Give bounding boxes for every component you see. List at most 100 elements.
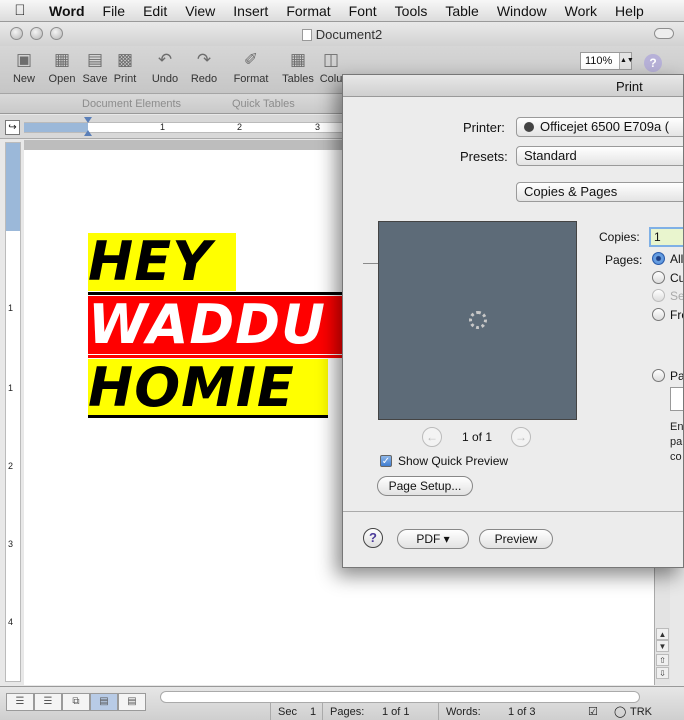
pages-all-label: All: [670, 252, 684, 266]
draft-view-icon[interactable]: ☰: [6, 693, 34, 711]
next-page-button[interactable]: →: [511, 427, 531, 447]
ruler-left-margin: [24, 123, 88, 132]
pages-from-radio[interactable]: [652, 308, 665, 321]
toolbar-toggle-button[interactable]: [654, 28, 674, 39]
print-layout-view-icon[interactable]: ▤: [90, 693, 118, 711]
columns-icon: ◫: [322, 50, 340, 69]
tables-button[interactable]: ▦ Tables: [280, 50, 316, 85]
ribbon-tab-document-elements[interactable]: Document Elements: [82, 98, 181, 110]
menu-file[interactable]: File: [94, 3, 135, 19]
undo-icon: ↶: [157, 50, 173, 69]
pages-label: Pages:: [605, 253, 643, 267]
presets-value: Standard: [524, 148, 577, 163]
printer-status-icon: [524, 122, 534, 132]
pages-value: 1 of 1: [382, 706, 410, 718]
redo-button[interactable]: ↷ Redo: [186, 50, 222, 85]
undo-button[interactable]: ↶ Undo: [146, 50, 184, 85]
wordart-line-hey[interactable]: HEY: [88, 233, 236, 291]
wordart-underline: [88, 415, 328, 418]
print-section-select[interactable]: Copies & Pages: [516, 182, 683, 202]
track-changes-icon[interactable]: ◯: [614, 705, 626, 719]
undo-label: Undo: [151, 73, 179, 85]
print-dialog-title-bar: Print: [343, 75, 683, 97]
menu-view[interactable]: View: [176, 3, 224, 19]
section-value: 1: [310, 706, 317, 718]
document-icon: [301, 29, 312, 41]
loading-spinner-icon: [469, 311, 487, 329]
printer-select[interactable]: Officejet 6500 E709a (: [516, 117, 683, 137]
print-label: Print: [113, 73, 137, 85]
print-help-button[interactable]: ?: [363, 528, 383, 548]
save-icon: ▤: [86, 50, 104, 69]
indent-marker[interactable]: [84, 117, 92, 137]
menu-format[interactable]: Format: [277, 3, 339, 19]
format-painter-button[interactable]: ✐ Format: [230, 50, 272, 85]
redo-label: Redo: [190, 73, 218, 85]
next-page-icon[interactable]: ⇩: [656, 667, 669, 679]
outline-view-icon[interactable]: ☰: [34, 693, 62, 711]
menu-app-word[interactable]: Word: [40, 3, 94, 19]
pages-all-radio[interactable]: [652, 252, 665, 265]
zoom-select[interactable]: 110% ▲▼: [580, 52, 634, 70]
help-icon[interactable]: ?: [644, 54, 662, 72]
save-label: Save: [82, 73, 108, 85]
print-button[interactable]: ▩ Print: [110, 50, 140, 85]
menu-work[interactable]: Work: [556, 3, 606, 19]
page-range-input[interactable]: [670, 387, 683, 411]
apple-menu-icon[interactable]: : [0, 2, 40, 19]
menu-font[interactable]: Font: [340, 3, 386, 19]
show-quick-preview-label: Show Quick Preview: [398, 454, 509, 468]
columns-button[interactable]: ◫ Colu: [318, 50, 344, 85]
vruler-mark: 3: [8, 539, 14, 549]
zoom-arrows-icon: ▲▼: [619, 53, 634, 69]
pdf-menu-button[interactable]: PDF ▾: [397, 529, 469, 549]
print-dialog: Print Printer: Officejet 6500 E709a ( Pr…: [342, 74, 684, 568]
pages-selection-radio[interactable]: [652, 289, 665, 302]
spelling-check-icon[interactable]: ☑: [588, 705, 598, 719]
presets-select[interactable]: Standard: [516, 146, 683, 166]
open-button[interactable]: ▦ Open: [44, 50, 80, 85]
publishing-view-icon[interactable]: ⧉: [62, 693, 90, 711]
dialog-footer-divider: [343, 511, 683, 512]
wordart-line-waddu[interactable]: WADDU: [88, 296, 346, 354]
preview-button[interactable]: Preview: [479, 529, 553, 549]
menu-edit[interactable]: Edit: [134, 3, 176, 19]
vruler-mark: 1: [8, 383, 14, 393]
scroll-down-icon[interactable]: ▼: [656, 640, 669, 652]
copies-label: Copies:: [599, 230, 640, 244]
pages-current-radio[interactable]: [652, 271, 665, 284]
printer-label: Printer:: [463, 120, 505, 135]
previous-page-icon[interactable]: ⇧: [656, 654, 669, 666]
format-label: Format: [233, 73, 269, 85]
view-buttons: ☰ ☰ ⧉ ▤ ▤: [6, 693, 146, 711]
new-button[interactable]: ▣ New: [6, 50, 42, 85]
track-changes-label[interactable]: TRK: [630, 705, 652, 719]
menu-tools[interactable]: Tools: [386, 3, 437, 19]
horizontal-scrollbar[interactable]: [160, 691, 640, 703]
preview-page-count: 1 of 1: [462, 430, 493, 444]
notebook-view-icon[interactable]: ▤: [118, 693, 146, 711]
menu-window[interactable]: Window: [488, 3, 556, 19]
wordart-line-homie[interactable]: HOMIE: [88, 359, 328, 417]
section-label: Sec: [278, 706, 297, 718]
menu-help[interactable]: Help: [606, 3, 653, 19]
ruler-track[interactable]: 1 2 3: [24, 122, 344, 133]
status-divider: [322, 703, 323, 720]
menu-table[interactable]: Table: [436, 3, 487, 19]
page-range-radio[interactable]: [652, 369, 665, 382]
window-title: Document2: [0, 27, 684, 42]
previous-page-button[interactable]: ←: [422, 427, 442, 447]
ribbon-tab-quick-tables[interactable]: Quick Tables: [232, 98, 295, 110]
scroll-up-icon[interactable]: ▲: [656, 628, 669, 640]
status-bar: ☰ ☰ ⧉ ▤ ▤ Sec 1 Pages: 1 of 1 Words: 1 o…: [0, 686, 684, 720]
quick-preview-pane: [378, 221, 577, 420]
page-setup-button[interactable]: Page Setup...: [377, 476, 473, 496]
ruler-mark-2: 2: [237, 122, 243, 132]
ruler-mark-1: 1: [160, 122, 166, 132]
show-quick-preview-checkbox[interactable]: ✓: [380, 455, 392, 467]
tab-stop-selector[interactable]: ↪: [5, 120, 20, 135]
status-divider: [438, 703, 439, 720]
copies-input[interactable]: 1: [649, 227, 683, 247]
menu-insert[interactable]: Insert: [224, 3, 277, 19]
save-button[interactable]: ▤ Save: [80, 50, 110, 85]
